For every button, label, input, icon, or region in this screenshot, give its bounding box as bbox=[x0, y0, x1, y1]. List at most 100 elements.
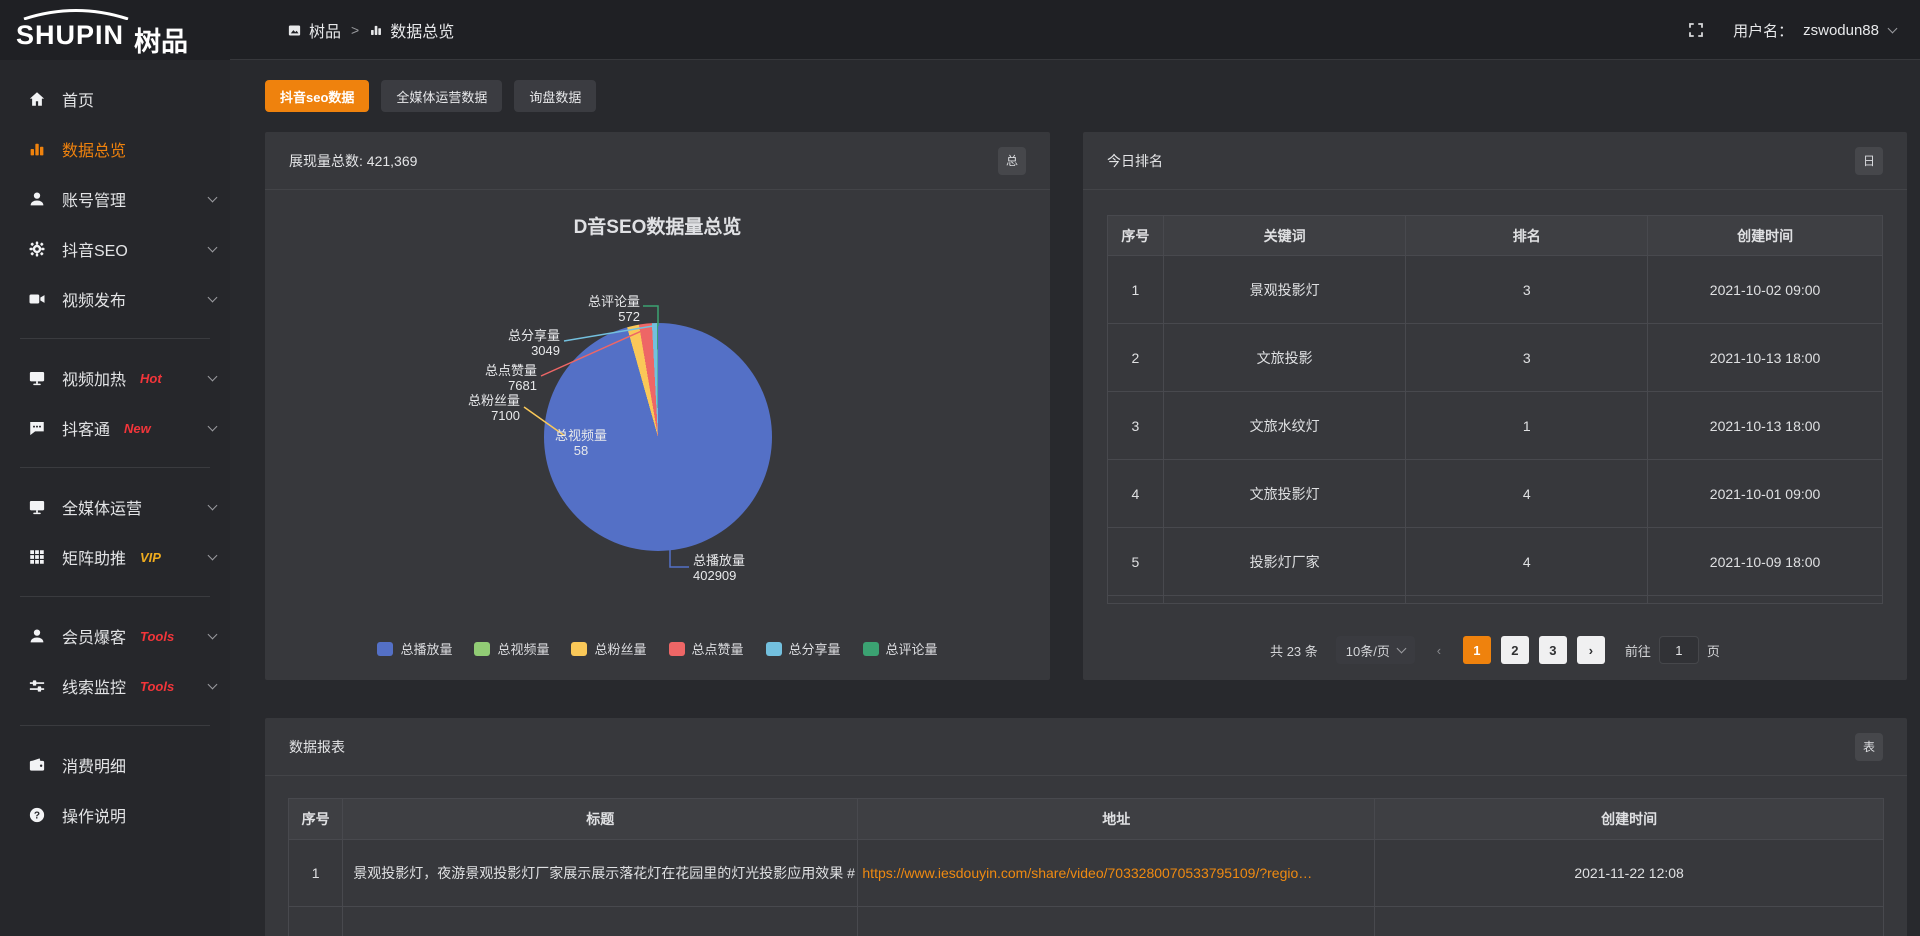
monitor-icon bbox=[28, 498, 46, 516]
table-cell-url: https://www.iesdouyin.com/share/video/70… bbox=[858, 840, 1375, 907]
total-badge-button[interactable]: 总 bbox=[998, 147, 1026, 175]
table-row[interactable]: 4文旅投影灯42021-10-01 09:00 bbox=[1108, 460, 1883, 528]
data-report-card: 数据报表 表 序号标题地址创建时间1景观投影灯，夜游景观投影灯厂家展示展示落花灯… bbox=[265, 718, 1907, 936]
table-cell-title: 景观投影灯，夜游景观投影灯厂家展示展示落花灯在花园里的灯光投影应用效果 # bbox=[343, 840, 858, 907]
page-button-2[interactable]: 2 bbox=[1501, 636, 1529, 664]
legend-item-总分享量[interactable]: 总分享量 bbox=[766, 639, 841, 658]
wallet-icon bbox=[28, 756, 46, 774]
chart-card-header: 展现量总数: 421,369 总 bbox=[265, 132, 1050, 190]
next-page-button[interactable]: › bbox=[1577, 636, 1605, 664]
table-cell: 2021-10-13 18:00 bbox=[1648, 392, 1883, 460]
monitor-icon bbox=[28, 369, 46, 387]
sidebar-item-首页[interactable]: 首页 bbox=[0, 74, 230, 124]
legend-swatch bbox=[669, 642, 685, 656]
chevron-down-icon bbox=[1396, 643, 1406, 653]
app-logo: SHUPIN 树品 bbox=[16, 8, 226, 54]
legend-item-总粉丝量[interactable]: 总粉丝量 bbox=[571, 639, 646, 658]
logo-arc-icon bbox=[20, 8, 132, 20]
sidebar-item-数据总览[interactable]: 数据总览 bbox=[0, 124, 230, 174]
sidebar-item-全媒体运营[interactable]: 全媒体运营 bbox=[0, 482, 230, 532]
ranking-table: 序号关键词排名创建时间1景观投影灯32021-10-02 09:002文旅投影3… bbox=[1107, 215, 1883, 604]
pie-label-likes: 总点赞量7681 bbox=[457, 363, 537, 393]
chevron-down-icon bbox=[208, 371, 218, 381]
table-cell: 3 bbox=[1108, 392, 1164, 460]
fullscreen-icon[interactable] bbox=[1687, 21, 1705, 39]
chevron-down-icon bbox=[208, 192, 218, 202]
legend-item-总评论量[interactable]: 总评论量 bbox=[863, 639, 938, 658]
sidebar-item-账号管理[interactable]: 账号管理 bbox=[0, 174, 230, 224]
column-header: 序号 bbox=[289, 799, 343, 840]
goto-label: 前往 bbox=[1625, 641, 1651, 660]
legend-swatch bbox=[474, 642, 490, 656]
sidebar-divider bbox=[20, 338, 210, 339]
page-button-1[interactable]: 1 bbox=[1463, 636, 1491, 664]
sidebar-item-label: 首页 bbox=[62, 87, 94, 111]
page-size-select[interactable]: 10条/页 bbox=[1336, 636, 1415, 664]
sidebar-divider bbox=[20, 596, 210, 597]
legend-item-总视频量[interactable]: 总视频量 bbox=[474, 639, 549, 658]
chart-legend: 总播放量 总视频量 总粉丝量 总点赞量 总分享量 总评论量 bbox=[265, 639, 1050, 658]
sidebar-item-badge: Tools bbox=[140, 679, 174, 694]
username-value[interactable]: zswodun88 bbox=[1803, 22, 1879, 39]
svg-text:?: ? bbox=[34, 810, 40, 821]
chevron-down-icon bbox=[208, 421, 218, 431]
sidebar-item-视频加热[interactable]: 视频加热Hot bbox=[0, 353, 230, 403]
sidebar-item-矩阵助推[interactable]: 矩阵助推VIP bbox=[0, 532, 230, 582]
sidebar-item-badge: New bbox=[124, 421, 151, 436]
legend-item-总点赞量[interactable]: 总点赞量 bbox=[669, 639, 744, 658]
logo-text-cn: 树品 bbox=[134, 20, 188, 59]
table-cell: 1 bbox=[1406, 392, 1648, 460]
sidebar-item-抖客通[interactable]: 抖客通 New bbox=[0, 403, 230, 453]
tab-全媒体运营数据[interactable]: 全媒体运营数据 bbox=[381, 80, 502, 112]
sidebar-item-badge: Hot bbox=[140, 371, 162, 386]
breadcrumb-item[interactable]: 树品 bbox=[287, 18, 341, 42]
day-badge-button[interactable]: 日 bbox=[1855, 147, 1883, 175]
video-link[interactable]: https://www.iesdouyin.com/share/video/70… bbox=[862, 865, 1312, 881]
report-card-title: 数据报表 bbox=[289, 737, 345, 757]
pie-label-shares: 总分享量3049 bbox=[480, 328, 560, 358]
legend-label: 总视频量 bbox=[497, 639, 549, 658]
table-row[interactable]: 3文旅水纹灯12021-10-13 18:00 bbox=[1108, 392, 1883, 460]
main-content: 抖音seo数据全媒体运营数据询盘数据 展现量总数: 421,369 总 D音SE… bbox=[230, 60, 1920, 936]
table-cell: 4 bbox=[1108, 460, 1164, 528]
page-button-3[interactable]: 3 bbox=[1539, 636, 1567, 664]
table-cell: 文旅投影 bbox=[1163, 324, 1406, 392]
chart-icon bbox=[28, 140, 46, 158]
sidebar-item-抖音SEO[interactable]: 抖音SEO bbox=[0, 224, 230, 274]
top-header: SHUPIN 树品 树品>数据总览 用户名： zswodun88 bbox=[0, 0, 1920, 60]
tab-询盘数据[interactable]: 询盘数据 bbox=[514, 80, 596, 112]
prev-page-button[interactable]: ‹ bbox=[1425, 636, 1453, 664]
breadcrumb-item[interactable]: 数据总览 bbox=[369, 18, 454, 42]
table-row[interactable]: 2文旅投影32021-10-13 18:00 bbox=[1108, 324, 1883, 392]
table-cell-time: 2021-11-22 12:08 bbox=[1375, 840, 1884, 907]
legend-item-总播放量[interactable]: 总播放量 bbox=[377, 639, 452, 658]
goto-page-input[interactable] bbox=[1659, 636, 1699, 664]
table-row[interactable]: 5投影灯厂家42021-10-09 18:00 bbox=[1108, 528, 1883, 596]
chart-icon bbox=[369, 23, 383, 37]
sidebar-item-视频发布[interactable]: 视频发布 bbox=[0, 274, 230, 324]
table-badge-button[interactable]: 表 bbox=[1855, 733, 1883, 761]
table-row[interactable]: 1景观投影灯，夜游景观投影灯厂家展示展示落花灯在花园里的灯光投影应用效果 #ht… bbox=[289, 840, 1884, 907]
sidebar-item-badge: VIP bbox=[140, 550, 161, 565]
table-cell-index: 1 bbox=[289, 840, 343, 907]
grid-icon bbox=[28, 548, 46, 566]
home-icon bbox=[28, 90, 46, 108]
sidebar-item-label: 抖客通 bbox=[62, 416, 110, 440]
user-icon bbox=[28, 627, 46, 645]
table-row[interactable]: 1景观投影灯32021-10-02 09:00 bbox=[1108, 256, 1883, 324]
sliders-icon bbox=[28, 677, 46, 695]
chevron-down-icon[interactable] bbox=[1888, 23, 1898, 33]
report-table: 序号标题地址创建时间1景观投影灯，夜游景观投影灯厂家展示展示落花灯在花园里的灯光… bbox=[288, 798, 1884, 936]
tab-抖音seo数据[interactable]: 抖音seo数据 bbox=[265, 80, 369, 112]
sidebar-item-线索监控[interactable]: 线索监控Tools bbox=[0, 661, 230, 711]
sidebar-item-操作说明[interactable]: ?操作说明 bbox=[0, 790, 230, 840]
video-icon bbox=[28, 290, 46, 308]
pie-label-videos: 总视频量58 bbox=[531, 428, 631, 458]
table-cell: 文旅投影灯 bbox=[1163, 460, 1406, 528]
sidebar-item-会员爆客[interactable]: 会员爆客Tools bbox=[0, 611, 230, 661]
ranking-table-wrap: 序号关键词排名创建时间1景观投影灯32021-10-02 09:002文旅投影3… bbox=[1107, 215, 1883, 604]
sidebar-item-label: 消费明细 bbox=[62, 753, 126, 777]
table-cell: 2021-10-09 18:00 bbox=[1648, 528, 1883, 596]
sidebar-item-消费明细[interactable]: 消费明细 bbox=[0, 740, 230, 790]
column-header: 排名 bbox=[1406, 216, 1648, 256]
